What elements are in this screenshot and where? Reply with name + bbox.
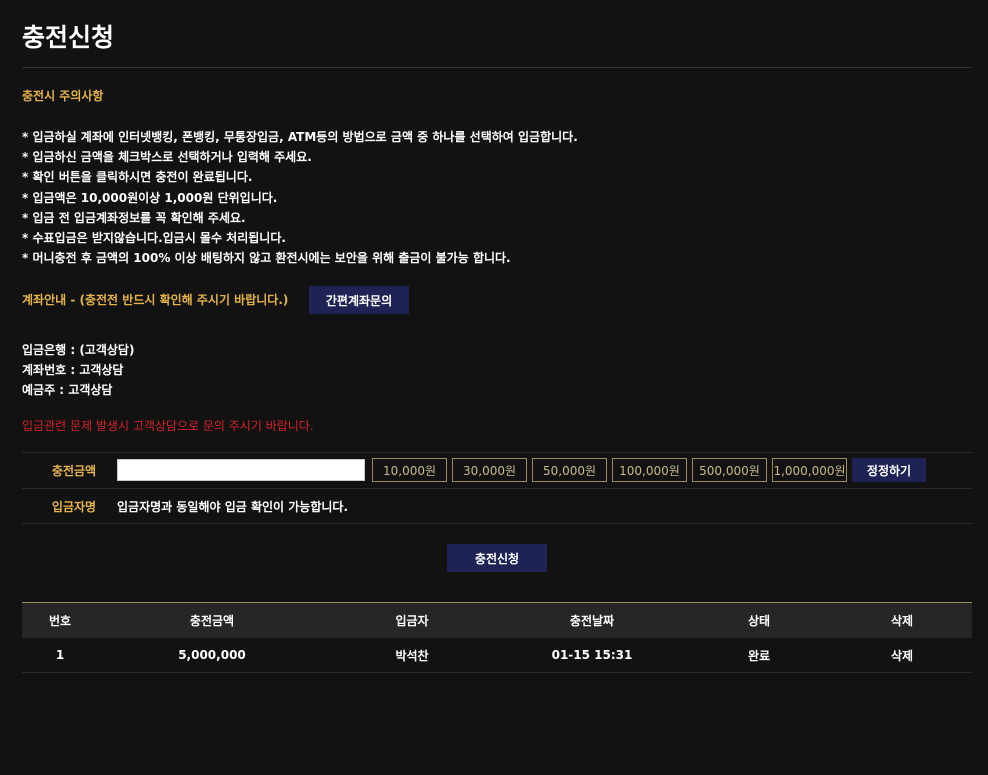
notice-item: * 확인 버튼을 클릭하시면 충전이 완료됩니다. — [22, 170, 253, 185]
amount-50000-button[interactable]: 50,000원 — [532, 458, 607, 482]
amount-500000-button[interactable]: 500,000원 — [692, 458, 767, 482]
amount-label: 충전금액 — [51, 464, 97, 478]
notice-item: * 입금하실 계좌에 인터넷뱅킹, 폰뱅킹, 무통장입금, ATM등의 방법으로… — [22, 130, 578, 144]
form-divider — [22, 523, 972, 524]
deposit-warning: 입금관련 문제 발생시 고객상담으로 문의 주시기 바랍니다. — [22, 419, 314, 433]
account-inquiry-button[interactable]: 간편계좌문의 — [309, 286, 409, 314]
notice-item: * 수표입금은 받지않습니다.입금시 몰수 처리됩니다. — [22, 230, 286, 245]
cell-delete: 삭제 — [832, 638, 972, 673]
notice-item: * 머니충전 후 금액의 100% 이상 배팅하지 않고 환전시에는 보안을 위… — [22, 251, 511, 266]
cell-amount: 5,000,000 — [98, 638, 326, 673]
column-header-no: 번호 — [48, 614, 72, 628]
reset-amount-button[interactable]: 정정하기 — [852, 458, 926, 482]
column-header-date: 충전날짜 — [569, 614, 615, 628]
charge-request-page: 충전신청 충전시 주의사항 * 입금하실 계좌에 인터넷뱅킹, 폰뱅킹, 무통장… — [0, 0, 988, 775]
notice-item: * 입금하신 금액을 체크박스로 선택하거나 입력해 주세요. — [22, 150, 312, 165]
cell-status: 완료 — [686, 638, 832, 673]
amount-30000-button[interactable]: 30,000원 — [452, 458, 527, 482]
bank-name: 입금은행 : (고객상담) — [22, 343, 135, 357]
charge-history-table: 번호 충전금액 입금자 충전날짜 상태 삭제 1 5,000,000 박석찬 0… — [22, 602, 972, 673]
page-title: 충전신청 — [22, 23, 115, 52]
account-holder: 예금주 : 고객상담 — [22, 383, 113, 397]
notice-item: * 입금 전 입금계좌정보를 꼭 확인해 주세요. — [22, 210, 246, 225]
column-header-delete: 삭제 — [890, 614, 914, 628]
cell-no: 1 — [22, 638, 98, 673]
form-divider — [22, 452, 972, 453]
title-divider — [22, 67, 972, 68]
cell-depositor: 박석찬 — [326, 638, 498, 673]
submit-charge-button[interactable]: 충전신청 — [447, 544, 547, 572]
column-header-amount: 충전금액 — [189, 614, 235, 628]
account-number: 계좌번호 : 고객상담 — [22, 363, 124, 377]
account-guide-title: 계좌안내 - (충전전 반드시 확인해 주시기 바랍니다.) — [22, 293, 289, 307]
notice-title: 충전시 주의사항 — [22, 89, 104, 103]
cell-date: 01-15 15:31 — [498, 638, 686, 673]
column-header-status: 상태 — [747, 614, 771, 628]
column-header-depositor: 입금자 — [395, 614, 429, 628]
depositor-label: 입금자명 — [51, 500, 97, 514]
amount-10000-button[interactable]: 10,000원 — [372, 458, 447, 482]
table-header-row: 번호 충전금액 입금자 충전날짜 상태 삭제 — [22, 602, 972, 638]
notice-item: * 입금액은 10,000원이상 1,000원 단위입니다. — [22, 190, 278, 205]
depositor-notice: 입금자명과 동일해야 입금 확인이 가능합니다. — [117, 500, 349, 514]
amount-100000-button[interactable]: 100,000원 — [612, 458, 687, 482]
form-divider — [22, 488, 972, 489]
amount-1000000-button[interactable]: 1,000,000원 — [772, 458, 847, 482]
bank-info: 입금은행 : (고객상담) 계좌번호 : 고객상담 예금주 : 고객상담 — [22, 340, 134, 400]
notice-list: * 입금하실 계좌에 인터넷뱅킹, 폰뱅킹, 무통장입금, ATM등의 방법으로… — [22, 127, 578, 268]
amount-input[interactable] — [117, 459, 365, 481]
delete-link[interactable]: 삭제 — [891, 649, 913, 663]
table-row: 1 5,000,000 박석찬 01-15 15:31 완료 삭제 — [22, 638, 972, 673]
